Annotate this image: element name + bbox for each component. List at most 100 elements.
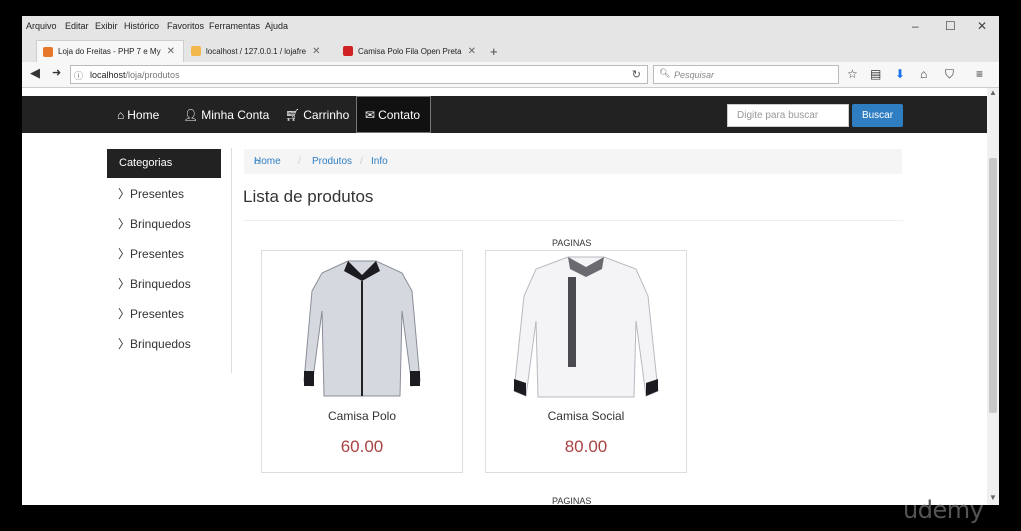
- url-host: localhost: [90, 70, 126, 80]
- browser-window: Arquivo Editar Exibir Histórico Favorito…: [22, 16, 999, 505]
- scroll-up-icon[interactable]: ▲: [989, 88, 997, 97]
- product-price: 60.00: [340, 437, 384, 456]
- chevron-right-icon: 〉: [118, 217, 131, 231]
- breadcrumb: ⌂ Home / Produtos / Info: [244, 149, 902, 174]
- nav-home[interactable]: ⌂ Home: [117, 96, 159, 133]
- download-icon[interactable]: ⬇: [895, 67, 905, 81]
- menu-bar: Arquivo Editar Exibir Histórico Favorito…: [22, 16, 999, 38]
- url-bar[interactable]: ⓘ localhost/loja/produtos ↻: [70, 65, 648, 84]
- pagination-label: PAGINAS: [552, 238, 592, 248]
- category-item[interactable]: 〉Presentes: [118, 305, 184, 322]
- nav-carrinho[interactable]: 🛒︎ Carrinho: [285, 96, 349, 133]
- forward-icon[interactable]: ➜: [52, 66, 61, 79]
- product-name: Camisa Social: [547, 409, 625, 423]
- category-label: Brinquedos: [130, 217, 191, 231]
- category-label: Brinquedos: [130, 337, 191, 351]
- category-label: Brinquedos: [130, 277, 191, 291]
- url-path: /loja/produtos: [125, 70, 180, 80]
- category-item[interactable]: 〉Presentes: [118, 185, 184, 202]
- category-label: Presentes: [130, 187, 185, 201]
- product-name: Camisa Polo: [327, 409, 397, 423]
- product-image: [303, 260, 421, 397]
- product-image: [513, 256, 659, 398]
- user-icon: 👤︎: [183, 107, 199, 122]
- tab-label: Camisa Polo Fila Open Preta: [358, 46, 462, 56]
- divider: [243, 220, 903, 221]
- bookmark-star-icon[interactable]: ☆: [847, 67, 858, 81]
- info-icon[interactable]: ⓘ: [74, 69, 83, 82]
- close-tab-icon[interactable]: ✕: [312, 46, 320, 57]
- minimize-icon[interactable]: –: [912, 19, 919, 33]
- site-search-input[interactable]: Digite para buscar: [727, 104, 849, 127]
- chevron-right-icon: 〉: [118, 307, 131, 321]
- scroll-down-icon[interactable]: ▼: [989, 493, 997, 502]
- browser-toolbar: ◀ ➜ ⓘ localhost/loja/produtos ↻ 🔍︎ Pesqu…: [22, 62, 999, 88]
- page-title: Lista de produtos: [243, 187, 374, 206]
- favicon-icon: [43, 46, 53, 57]
- chevron-right-icon: 〉: [118, 337, 131, 351]
- category-label: Presentes: [130, 247, 185, 261]
- close-window-icon[interactable]: ✕: [977, 19, 987, 33]
- nav-label: Home: [127, 107, 160, 122]
- nav-minha-conta[interactable]: 👤︎ Minha Conta: [183, 96, 269, 133]
- tab-loja[interactable]: Loja do Freitas - PHP 7 e My ✕: [36, 40, 184, 62]
- category-label: Presentes: [130, 307, 185, 321]
- menu-ferramentas[interactable]: Ferramentas: [209, 21, 260, 31]
- search-icon: 🔍︎: [659, 68, 671, 78]
- browser-search-field[interactable]: 🔍︎ Pesquisar: [653, 65, 839, 84]
- category-item[interactable]: 〉Brinquedos: [118, 275, 191, 292]
- nav-label: Minha Conta: [201, 107, 270, 122]
- product-card[interactable]: Camisa Social 80.00: [485, 250, 687, 473]
- category-item[interactable]: 〉Brinquedos: [118, 215, 191, 232]
- home-icon: ⌂: [117, 107, 125, 122]
- close-tab-icon[interactable]: ✕: [468, 46, 476, 57]
- breadcrumb-info[interactable]: Info: [371, 149, 388, 174]
- maximize-icon[interactable]: ☐: [945, 19, 956, 33]
- product-card[interactable]: Camisa Polo 60.00: [261, 250, 463, 473]
- sidebar-divider: [231, 148, 232, 373]
- cart-icon: 🛒︎: [285, 107, 301, 122]
- menu-ajuda[interactable]: Ajuda: [265, 21, 288, 31]
- tab-phpmyadmin[interactable]: localhost / 127.0.0.1 / lojafre ✕: [185, 40, 337, 62]
- nav-label: Contato: [378, 107, 421, 122]
- envelope-icon: ✉: [365, 107, 376, 122]
- categories-header: Categorias: [107, 149, 221, 178]
- tab-label: localhost / 127.0.0.1 / lojafre: [206, 46, 307, 56]
- breadcrumb-label: Home: [254, 156, 281, 167]
- chevron-right-icon: 〉: [118, 187, 131, 201]
- menu-editar[interactable]: Editar: [65, 21, 89, 31]
- new-tab-button[interactable]: +: [490, 40, 498, 62]
- category-item[interactable]: 〉Brinquedos: [118, 335, 191, 352]
- pagination-label-bottom: PAGINAS: [552, 496, 592, 505]
- menu-favoritos[interactable]: Favoritos: [167, 21, 204, 31]
- library-icon[interactable]: ▤: [870, 67, 881, 81]
- tab-label: Loja do Freitas - PHP 7 e My: [58, 47, 161, 56]
- chevron-right-icon: 〉: [118, 247, 131, 261]
- tab-bar: Loja do Freitas - PHP 7 e My ✕ localhost…: [22, 38, 999, 62]
- product-price: 80.00: [564, 437, 608, 456]
- chevron-right-icon: 〉: [118, 277, 131, 291]
- breadcrumb-separator: /: [298, 156, 301, 167]
- breadcrumb-produtos[interactable]: Produtos: [312, 149, 352, 174]
- menu-historico[interactable]: Histórico: [124, 21, 159, 31]
- menu-exibir[interactable]: Exibir: [95, 21, 118, 31]
- hamburger-menu-icon[interactable]: ≡: [976, 67, 983, 81]
- pocket-icon[interactable]: ⛉: [945, 67, 954, 82]
- reload-icon[interactable]: ↻: [632, 68, 641, 81]
- back-icon[interactable]: ◀: [30, 65, 40, 81]
- tab-camisa[interactable]: Camisa Polo Fila Open Preta ✕: [337, 40, 485, 62]
- favicon-icon: [191, 46, 201, 56]
- site-navbar: ⌂ Home 👤︎ Minha Conta 🛒︎ Carrinho ✉ Cont…: [22, 96, 987, 133]
- home-browser-icon[interactable]: ⌂: [920, 67, 927, 81]
- nav-label: Carrinho: [303, 107, 350, 122]
- favicon-icon: [343, 46, 353, 56]
- browser-search-placeholder: Pesquisar: [674, 70, 715, 80]
- page-scrollbar[interactable]: ▲ ▼: [987, 88, 999, 505]
- breadcrumb-separator: /: [360, 156, 363, 167]
- close-tab-icon[interactable]: ✕: [167, 46, 175, 57]
- menu-arquivo[interactable]: Arquivo: [26, 21, 57, 31]
- site-search-button[interactable]: Buscar: [852, 104, 903, 127]
- category-item[interactable]: 〉Presentes: [118, 245, 184, 262]
- nav-contato[interactable]: ✉ Contato: [356, 96, 431, 133]
- scrollbar-thumb[interactable]: [989, 158, 997, 413]
